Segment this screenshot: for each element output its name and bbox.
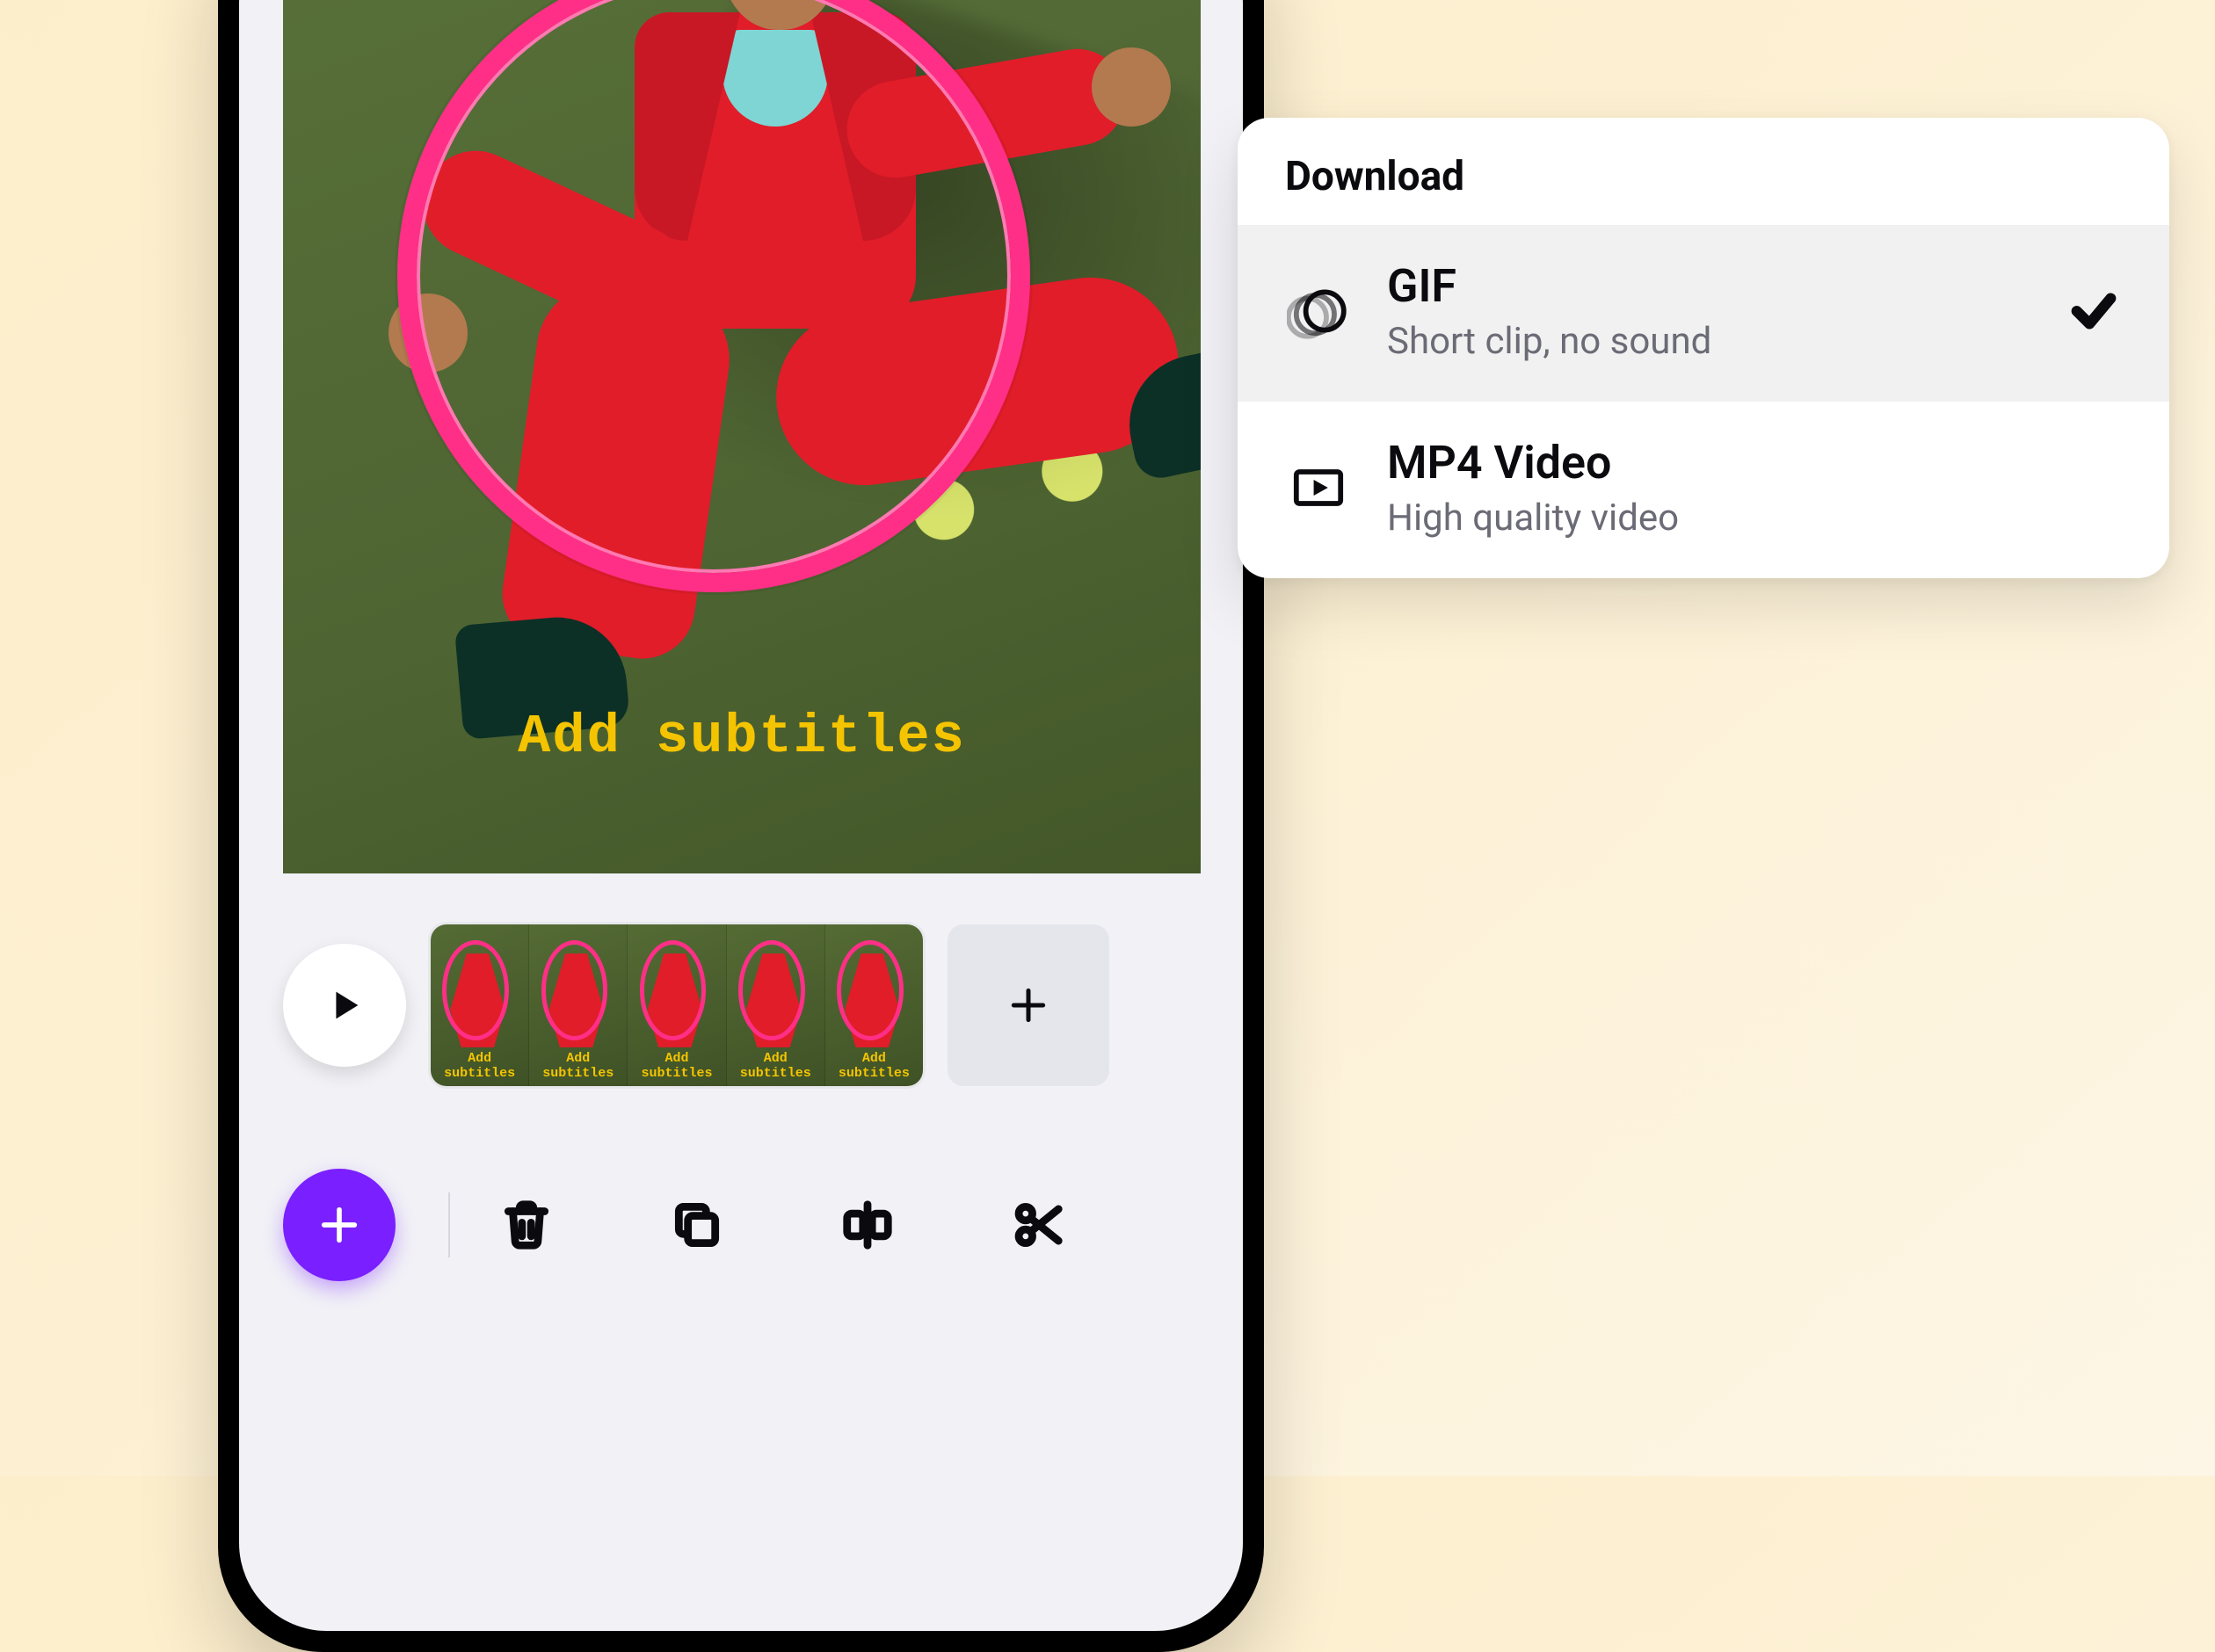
clip-thumbnail[interactable]: Add subtitles <box>627 924 725 1086</box>
clip-thumbnail[interactable]: Add subtitles <box>824 924 923 1086</box>
clip-strip[interactable]: Add subtitles Add subtitles Add subtitle… <box>431 924 923 1086</box>
toolbar-actions <box>494 1192 1071 1257</box>
editor-toolbar <box>239 1146 1243 1304</box>
split-icon <box>840 1198 895 1252</box>
download-option-subtitle: Short clip, no sound <box>1387 320 2030 363</box>
add-clip-button[interactable] <box>948 924 1109 1086</box>
thumb-caption: Add subtitles <box>727 1051 824 1081</box>
phone-frame: Add subtitles Add subtitles Add subtitle… <box>218 0 1264 1652</box>
clip-thumbnail[interactable]: Add subtitles <box>431 924 528 1086</box>
delete-button[interactable] <box>494 1192 559 1257</box>
cut-button[interactable] <box>1006 1192 1071 1257</box>
video-icon <box>1285 454 1352 521</box>
phone-screen: Add subtitles Add subtitles Add subtitle… <box>239 0 1243 1631</box>
download-option-text: GIF Short clip, no sound <box>1387 260 2030 363</box>
thumb-caption: Add subtitles <box>431 1051 528 1081</box>
download-panel: Download GIF Short clip, no sound MP4 Vi… <box>1238 118 2169 578</box>
split-button[interactable] <box>835 1192 900 1257</box>
download-option-title: MP4 Video <box>1387 437 2122 489</box>
play-icon <box>324 985 365 1025</box>
add-button[interactable] <box>283 1169 396 1281</box>
duplicate-button[interactable] <box>664 1192 730 1257</box>
thumb-caption: Add subtitles <box>529 1051 627 1081</box>
clip-thumbnail[interactable]: Add subtitles <box>726 924 824 1086</box>
video-preview[interactable]: Add subtitles <box>283 0 1201 873</box>
play-button[interactable] <box>283 944 406 1067</box>
scissors-icon <box>1011 1198 1065 1252</box>
download-option-text: MP4 Video High quality video <box>1387 437 2122 540</box>
thumb-caption: Add subtitles <box>628 1051 725 1081</box>
download-option-title: GIF <box>1387 260 2030 313</box>
timeline: Add subtitles Add subtitles Add subtitle… <box>239 917 1243 1093</box>
download-option-gif[interactable]: GIF Short clip, no sound <box>1238 225 2169 402</box>
download-option-subtitle: High quality video <box>1387 496 2122 540</box>
check-icon <box>2068 286 2119 337</box>
plus-icon <box>1006 983 1050 1027</box>
trash-icon <box>499 1198 554 1252</box>
download-panel-title: Download <box>1238 118 2169 225</box>
selected-check <box>2066 283 2122 339</box>
plus-icon <box>316 1202 362 1248</box>
thumb-caption: Add subtitles <box>825 1051 923 1081</box>
clip-thumbnail[interactable]: Add subtitles <box>528 924 627 1086</box>
download-option-mp4[interactable]: MP4 Video High quality video <box>1238 402 2169 578</box>
gif-icon <box>1285 278 1352 344</box>
copy-icon <box>670 1198 724 1252</box>
toolbar-divider <box>448 1192 450 1257</box>
subtitle-overlay[interactable]: Add subtitles <box>283 706 1201 768</box>
